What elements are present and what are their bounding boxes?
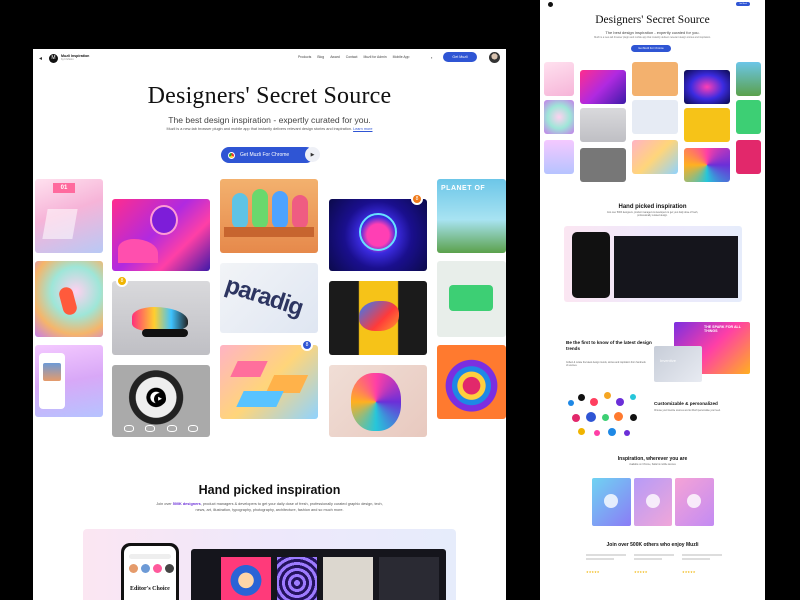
video-play-icon[interactable]: ▶ [154, 393, 166, 405]
hero-subtitle: The best design inspiration - expertly c… [168, 115, 371, 125]
hp-desc-prefix: Join over [156, 502, 173, 506]
featured-badge: 8 [411, 193, 423, 205]
tile-pink-room[interactable]: 01 [35, 179, 103, 253]
preview-source-icons [564, 392, 648, 442]
get-muzli-button[interactable]: Get Muzli [443, 52, 477, 62]
preview-tile-grid [544, 60, 761, 184]
tile-phone-app[interactable] [35, 345, 103, 417]
safari-card[interactable] [592, 478, 631, 526]
avatar[interactable] [489, 52, 500, 63]
tile-film-awards[interactable]: ▶ [112, 365, 210, 437]
hand-picked-description: Join over 500K designers, product manage… [153, 502, 386, 513]
preview-title: Designers' Secret Source [595, 14, 710, 26]
tile-iridescent-hand[interactable] [35, 261, 103, 337]
nav-link-award[interactable]: Award [330, 55, 340, 59]
get-muzli-chrome-button[interactable]: Get Muzli For Chrome [221, 147, 314, 163]
chrome-icon [228, 151, 235, 159]
tile-green-cassette[interactable] [437, 261, 506, 337]
paradigm-text: paradig [221, 271, 307, 322]
preview-join: Join over 500K others who enjoy Muzli [606, 542, 699, 548]
planet-text: PLANET OF [441, 185, 486, 192]
tile-isometric-blocks[interactable] [220, 345, 318, 419]
logo-subtitle: by InVision [61, 57, 74, 61]
cta-label: Get Muzli For Chrome [240, 152, 290, 158]
desktop-app-preview [191, 549, 446, 600]
preview-wherever-desc: Available on Chrome, Safari & mobile dev… [629, 464, 676, 466]
preview-first-to-know: Be the first to know of the latest desig… [566, 340, 652, 351]
apple-card[interactable] [675, 478, 715, 526]
preview-customizable: Customizable & personalized [654, 401, 718, 406]
hero-title: Designers' Secret Source [147, 83, 392, 109]
nav-link-contact[interactable]: Contact [346, 55, 358, 59]
full-page-preview: Get Muzli Designers' Secret Source The b… [540, 0, 765, 600]
top-nav: ◂ M Muzli Inspiration by InVision Produc… [33, 49, 506, 67]
nav-link-blog[interactable]: Blog [317, 55, 324, 59]
back-arrow-icon[interactable]: ◂ [39, 55, 47, 62]
preview-first-desc: Collect & curate the latest design trend… [566, 362, 646, 368]
nav-link-mobile-app[interactable]: Mobile App [393, 55, 410, 59]
main-landing-page: ◂ M Muzli Inspiration by InVision Produc… [33, 49, 506, 600]
preview-customizable-desc: Choose your favorite sources and let Muz… [654, 410, 721, 412]
preview-spark-text: THE SPARK FOR ALL THINGS [704, 325, 741, 333]
tile-face-collage[interactable] [329, 365, 427, 437]
tile-number-label: 01 [53, 183, 75, 193]
phone-app-preview: Editor's Choice [121, 543, 179, 600]
editors-choice-label: Editor's Choice [130, 586, 170, 592]
hero-description: Muzli is a new-tab browser plugin and mo… [33, 127, 506, 131]
preview-hand-picked-title: Hand picked inspiration [618, 204, 687, 210]
tile-3d-characters[interactable] [220, 179, 318, 253]
nav-link-products[interactable]: Products [298, 55, 311, 59]
preview-inventive-label: Inventive [660, 358, 677, 363]
screenshot-stage: ◂ M Muzli Inspiration by InVision Produc… [0, 0, 800, 600]
featured-badge: 8 [116, 275, 128, 287]
hp-desc-bold: 500K designers [172, 502, 201, 506]
android-icon[interactable]: ▪ [431, 55, 432, 60]
tile-neon-heart[interactable] [329, 199, 427, 271]
learn-more-link[interactable]: Learn more [353, 127, 372, 131]
preview-description: Muzli is a new-tab browser plugin and mo… [594, 36, 711, 39]
preview-hand-picked-desc: Join over 500K designers, product manage… [606, 212, 699, 218]
tile-betta-fish[interactable] [329, 281, 427, 355]
tile-sneaker-3d[interactable] [112, 281, 210, 355]
play-icon: ▶ [310, 151, 315, 158]
preview-wherever: Inspiration, wherever you are [617, 456, 688, 462]
nav-link-admin[interactable]: Muzli for Admin [363, 55, 386, 59]
preview-platform-cards [592, 478, 715, 526]
preview-get-button[interactable]: Get Muzli [736, 2, 750, 6]
tile-neon-illustration[interactable] [112, 199, 210, 271]
featured-badge: 8 [301, 339, 313, 351]
tile-folk-heart[interactable] [437, 345, 506, 419]
preview-subtitle: The best design inspiration - expertly c… [605, 30, 700, 35]
chrome-card[interactable] [633, 478, 673, 526]
preview-testimonials: ★★★★★ ★★★★★ ★★★★★ [586, 554, 722, 574]
tile-planet-of[interactable]: PLANET OF [437, 179, 506, 253]
hp-desc-rest: , product managers & developers to get y… [195, 502, 383, 512]
logo-text[interactable]: Muzli Inspiration by InVision [61, 54, 89, 61]
hero-description-text: Muzli is a new-tab browser plugin and mo… [166, 127, 353, 131]
nav-links: Products Blog Award Contact Muzli for Ad… [298, 55, 409, 59]
play-video-button[interactable]: ▶ [305, 147, 320, 162]
muzli-logo-icon[interactable]: M [49, 53, 58, 63]
preview-inventive-card: Inventive [654, 346, 702, 382]
hand-picked-title: Hand picked inspiration [198, 483, 341, 497]
tile-paradigm-typography[interactable]: paradig [220, 263, 318, 333]
preview-showcase [564, 226, 742, 302]
preview-cta-button[interactable]: Get Muzli For Chrome [631, 45, 671, 52]
preview-nav: Get Muzli [540, 0, 765, 8]
